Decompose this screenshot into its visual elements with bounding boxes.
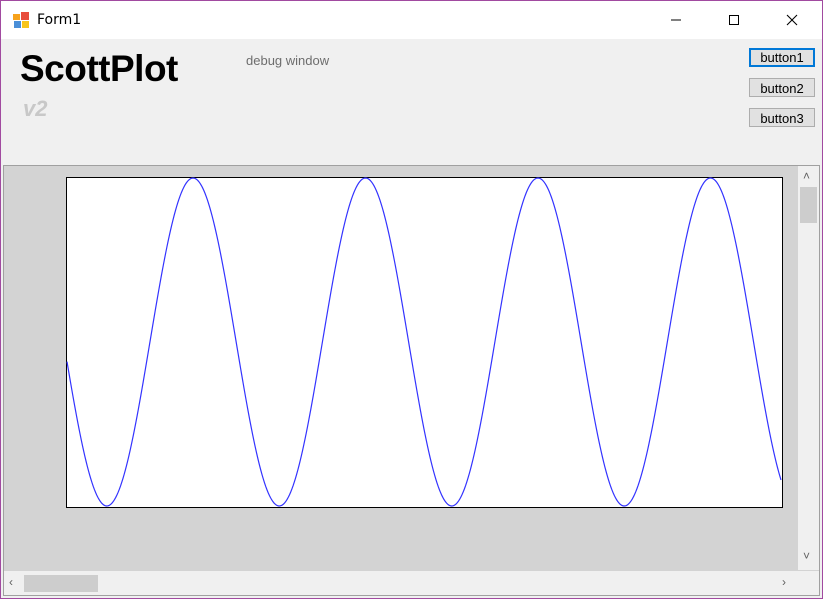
plot-canvas[interactable] [66, 177, 784, 509]
form-app-icon [13, 12, 29, 28]
vertical-scroll-thumb[interactable] [800, 187, 817, 223]
scroll-left-icon[interactable]: ‹ [9, 575, 13, 589]
minimize-button[interactable] [653, 1, 699, 39]
close-button[interactable] [769, 1, 815, 39]
button3[interactable]: button3 [749, 108, 815, 127]
debug-window-label: debug window [246, 53, 330, 68]
button1[interactable]: button1 [749, 48, 815, 67]
close-icon [786, 14, 798, 26]
scroll-up-icon[interactable]: ˄ [803, 169, 810, 183]
plot-area [66, 177, 783, 508]
minimize-icon [671, 19, 681, 21]
client-area: ScottPlot v2 debug window button1 button… [1, 39, 822, 598]
maximize-button[interactable] [711, 1, 757, 39]
scroll-corner [798, 571, 819, 595]
window-title: Form1 [37, 12, 82, 28]
horizontal-scroll-thumb[interactable] [24, 575, 98, 592]
scroll-right-icon[interactable]: › [782, 575, 786, 589]
maximize-icon [729, 15, 739, 25]
button2[interactable]: button2 [749, 78, 815, 97]
main-window: Form1 ScottPlot v2 debug window button1 … [0, 0, 823, 599]
version-label: v2 [23, 96, 48, 121]
horizontal-scrollbar[interactable]: ‹ › [4, 571, 798, 595]
scroll-down-icon[interactable]: ˅ [803, 549, 810, 563]
brand-title: ScottPlot [20, 48, 178, 89]
vertical-scrollbar[interactable]: ˄ ˅ [798, 166, 819, 570]
title-bar[interactable]: Form1 [1, 1, 822, 39]
plot-panel[interactable]: ˄ ˅ ‹ › [3, 165, 820, 596]
